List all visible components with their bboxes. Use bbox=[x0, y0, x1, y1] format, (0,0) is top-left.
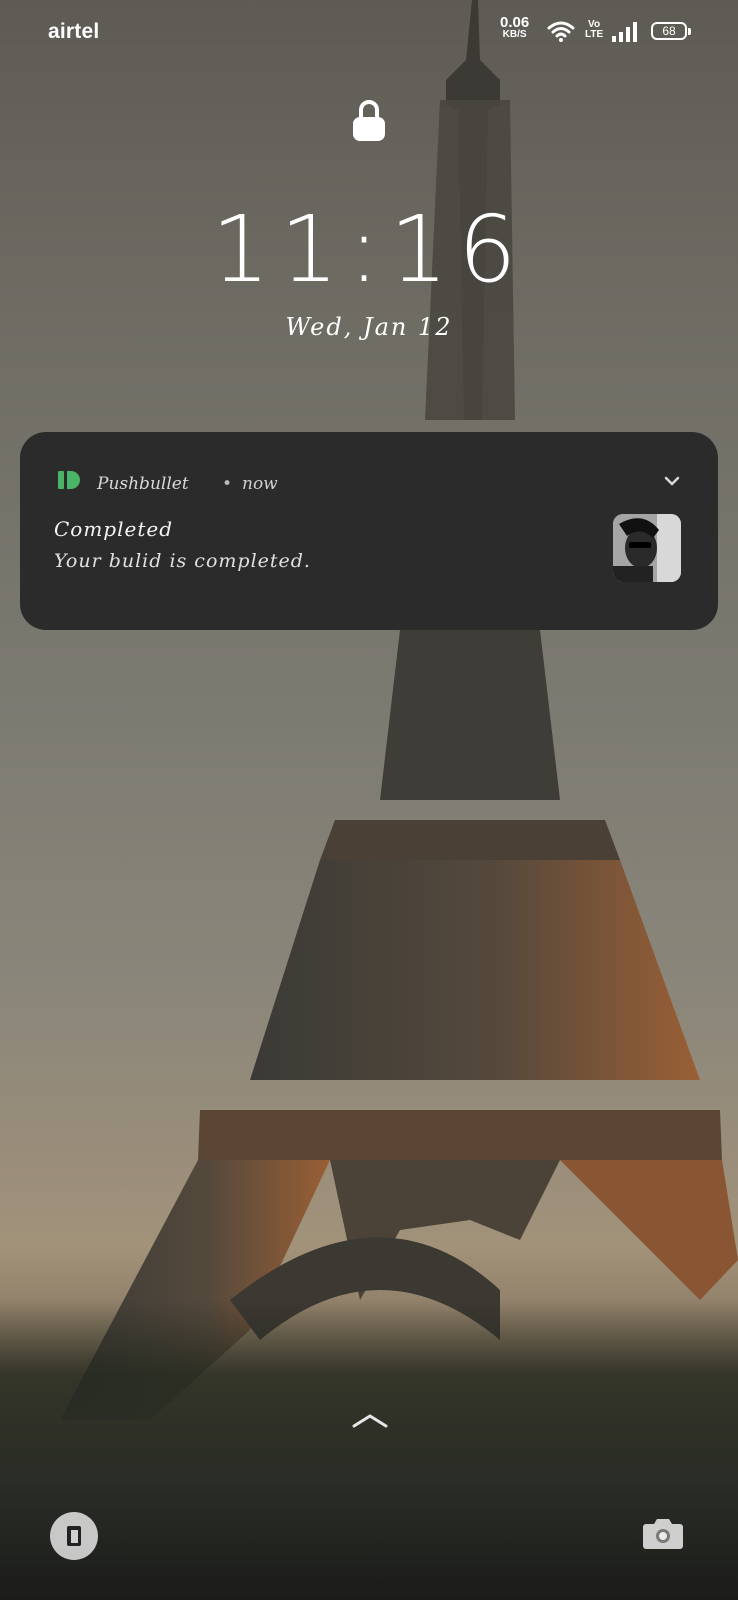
notification-body: Your bulid is completed. bbox=[54, 550, 311, 572]
lock-icon[interactable] bbox=[352, 99, 386, 143]
wallet-icon[interactable] bbox=[50, 1512, 98, 1560]
chevron-down-icon[interactable] bbox=[662, 474, 682, 488]
notification-time: now bbox=[242, 474, 278, 494]
camera-icon[interactable] bbox=[642, 1516, 684, 1550]
battery-icon: 68 bbox=[651, 22, 691, 40]
trees-foreground bbox=[0, 1300, 738, 1600]
signal-icon bbox=[612, 22, 637, 42]
network-speed-value: 0.06 bbox=[500, 14, 530, 31]
carrier-name: airtel bbox=[48, 20, 100, 43]
notification-app-name: Pushbullet bbox=[97, 474, 189, 494]
status-bar: airtel 0.06 KB/S Vo LTE 68 bbox=[0, 0, 738, 62]
volte-bottom: LTE bbox=[585, 29, 604, 40]
lockscreen-date: Wed, Jan 12 bbox=[285, 313, 453, 341]
notification-card[interactable]: Pushbullet • now Completed Your bulid is… bbox=[20, 432, 718, 630]
notification-separator: • bbox=[222, 474, 233, 494]
notification-avatar bbox=[613, 514, 681, 582]
volte-indicator: Vo LTE bbox=[585, 20, 603, 40]
network-speed: 0.06 KB/S bbox=[500, 14, 530, 41]
network-speed-unit: KB/S bbox=[502, 29, 527, 40]
notification-title: Completed bbox=[54, 517, 174, 541]
pushbullet-icon bbox=[58, 471, 80, 489]
wifi-icon bbox=[547, 21, 575, 42]
lockscreen-clock: 11:16 bbox=[211, 196, 527, 303]
swipe-up-icon[interactable] bbox=[350, 1410, 390, 1430]
